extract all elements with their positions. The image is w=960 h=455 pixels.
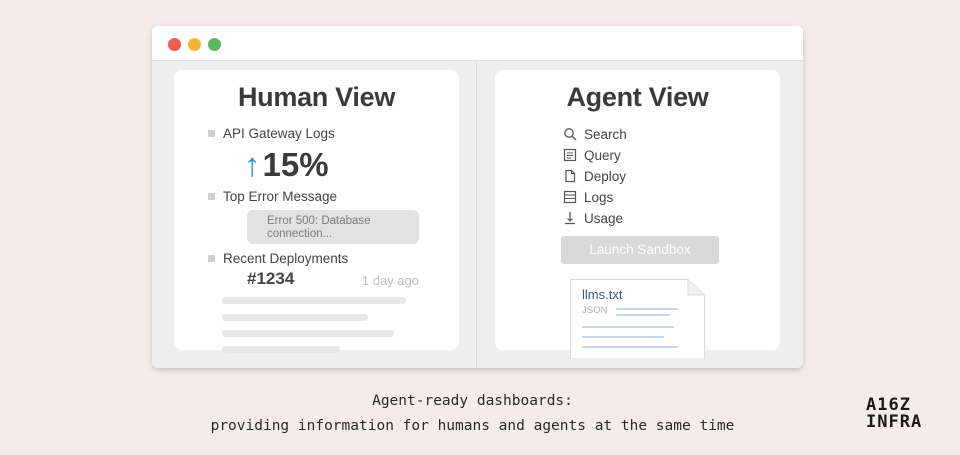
agent-view-panel: Agent View Search Query Deploy Logs Usag… bbox=[495, 70, 780, 359]
placeholder-line bbox=[222, 346, 340, 353]
agent-item-logs[interactable]: Logs bbox=[563, 190, 613, 205]
agent-item-label: Deploy bbox=[584, 169, 627, 184]
top-error-label: Top Error Message bbox=[223, 189, 338, 204]
agent-item-query[interactable]: Query bbox=[563, 148, 621, 163]
api-logs-item: API Gateway Logs bbox=[208, 126, 335, 141]
error-message-box: Error 500: Database connection... bbox=[247, 210, 419, 244]
up-arrow-icon: ↑ bbox=[244, 146, 261, 183]
panel-divider bbox=[476, 61, 477, 368]
agent-item-deploy[interactable]: Deploy bbox=[563, 169, 626, 184]
human-view-title: Human View bbox=[237, 82, 396, 112]
placeholder-line bbox=[222, 314, 368, 321]
agent-item-label: Search bbox=[584, 127, 627, 142]
query-icon bbox=[563, 148, 577, 162]
file-name: llms.txt bbox=[582, 287, 623, 302]
a16z-infra-logo: A16Z INFRA bbox=[866, 397, 922, 431]
agent-view-title: Agent View bbox=[566, 82, 709, 112]
api-logs-label: API Gateway Logs bbox=[223, 126, 335, 141]
caption-line-2: providing information for humans and age… bbox=[210, 418, 735, 434]
usage-icon bbox=[565, 212, 575, 225]
deployment-time: 1 day ago bbox=[361, 273, 419, 288]
metric-value: 15% bbox=[262, 146, 329, 183]
maximize-window-button[interactable] bbox=[208, 38, 221, 51]
error-line-2: connection... bbox=[267, 228, 333, 240]
recent-deployments-label: Recent Deployments bbox=[223, 251, 349, 266]
logo-line-2: INFRA bbox=[866, 412, 923, 432]
agent-item-search[interactable]: Search bbox=[563, 127, 627, 142]
agent-item-label: Query bbox=[584, 148, 621, 163]
error-line-1: Error 500: Database bbox=[267, 215, 371, 227]
placeholder-line bbox=[222, 330, 394, 337]
bullet-icon bbox=[208, 193, 215, 200]
deployment-id: #1234 bbox=[247, 269, 295, 288]
top-error-item: Top Error Message bbox=[208, 189, 337, 204]
minimize-window-button[interactable] bbox=[188, 38, 201, 51]
agent-item-label: Usage bbox=[584, 211, 624, 226]
close-window-button[interactable] bbox=[168, 38, 181, 51]
api-logs-metric: ↑15% bbox=[244, 146, 329, 184]
recent-deployments-item: Recent Deployments bbox=[208, 251, 348, 266]
bullet-icon bbox=[208, 255, 215, 262]
logs-icon bbox=[563, 190, 577, 204]
llms-file-card[interactable]: llms.txt JSON bbox=[570, 279, 705, 359]
human-view-panel: Human View API Gateway Logs ↑15% Top Err… bbox=[174, 70, 459, 353]
caption-line-1: Agent-ready dashboards: bbox=[372, 393, 573, 409]
agent-item-usage[interactable]: Usage bbox=[563, 211, 623, 226]
agent-item-label: Logs bbox=[584, 190, 614, 205]
document-icon bbox=[565, 169, 576, 183]
bullet-icon bbox=[208, 130, 215, 137]
search-icon bbox=[564, 128, 577, 141]
launch-sandbox-button[interactable]: Launch Sandbox bbox=[561, 236, 719, 264]
dashboard-window: Human View API Gateway Logs ↑15% Top Err… bbox=[152, 26, 803, 368]
placeholder-line bbox=[222, 297, 406, 304]
window-titlebar bbox=[152, 26, 803, 61]
file-type: JSON bbox=[582, 305, 608, 316]
